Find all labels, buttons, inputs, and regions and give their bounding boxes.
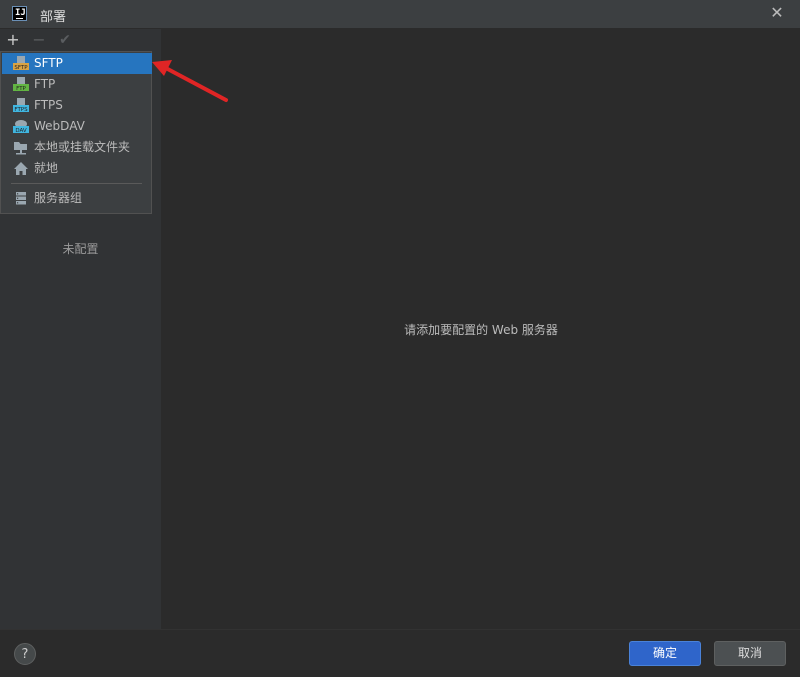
ftp-icon: FTP xyxy=(13,77,29,92)
menu-item-label: FTP xyxy=(34,77,56,91)
menu-item-label: 本地或挂载文件夹 xyxy=(34,140,131,154)
server-group-icon xyxy=(13,191,29,206)
menu-item-label: 服务器组 xyxy=(34,191,83,205)
ftps-icon: FTPS xyxy=(13,98,29,113)
help-button[interactable]: ? xyxy=(14,643,36,665)
menu-item-label: WebDAV xyxy=(34,119,85,133)
menu-separator xyxy=(11,183,142,184)
ftps-icon-text: FTPS xyxy=(14,107,28,113)
sftp-icon: SFTP xyxy=(13,56,29,71)
home-icon xyxy=(13,161,29,176)
menu-item-in-place[interactable]: 就地 xyxy=(2,158,152,179)
title-bar: IJ 部署 ✕ xyxy=(0,0,800,29)
folder-network-icon xyxy=(13,140,29,155)
server-details-panel: 请添加要配置的 Web 服务器 xyxy=(162,29,800,629)
webdav-icon: DAV xyxy=(13,119,29,134)
check-icon[interactable]: ✔ xyxy=(56,31,74,49)
menu-item-label: FTPS xyxy=(34,98,63,112)
ok-button[interactable]: 确定 xyxy=(629,641,701,666)
menu-item-ftp[interactable]: FTP FTP xyxy=(2,74,152,95)
menu-item-webdav[interactable]: DAV WebDAV xyxy=(2,116,152,137)
menu-item-sftp[interactable]: SFTP SFTP xyxy=(2,53,152,74)
empty-hint: 请添加要配置的 Web 服务器 xyxy=(404,323,558,337)
server-list-toolbar: + − ✔ xyxy=(0,29,161,51)
menu-item-local-folder[interactable]: 本地或挂载文件夹 xyxy=(2,137,152,158)
menu-item-ftps[interactable]: FTPS FTPS xyxy=(2,95,152,116)
plus-icon[interactable]: + xyxy=(4,31,22,49)
add-server-popup-menu: SFTP SFTP FTP FTP FTPS FTPS DAV WebDAV 本… xyxy=(0,51,152,214)
app-logo-icon: IJ xyxy=(12,6,27,21)
sftp-icon-text: SFTP xyxy=(14,65,28,71)
minus-icon[interactable]: − xyxy=(30,31,48,49)
cancel-button[interactable]: 取消 xyxy=(714,641,786,666)
ftp-icon-text: FTP xyxy=(16,86,26,92)
close-icon[interactable]: ✕ xyxy=(768,4,786,22)
dialog-footer: ? 确定 取消 xyxy=(0,629,800,677)
empty-list-label: 未配置 xyxy=(62,242,99,256)
menu-item-label: 就地 xyxy=(34,161,59,175)
dav-icon-text: DAV xyxy=(15,128,27,134)
menu-item-label: SFTP xyxy=(34,56,63,70)
menu-item-server-group[interactable]: 服务器组 xyxy=(2,188,152,209)
window-title: 部署 xyxy=(40,10,67,25)
annotation-arrow-icon xyxy=(152,60,228,102)
